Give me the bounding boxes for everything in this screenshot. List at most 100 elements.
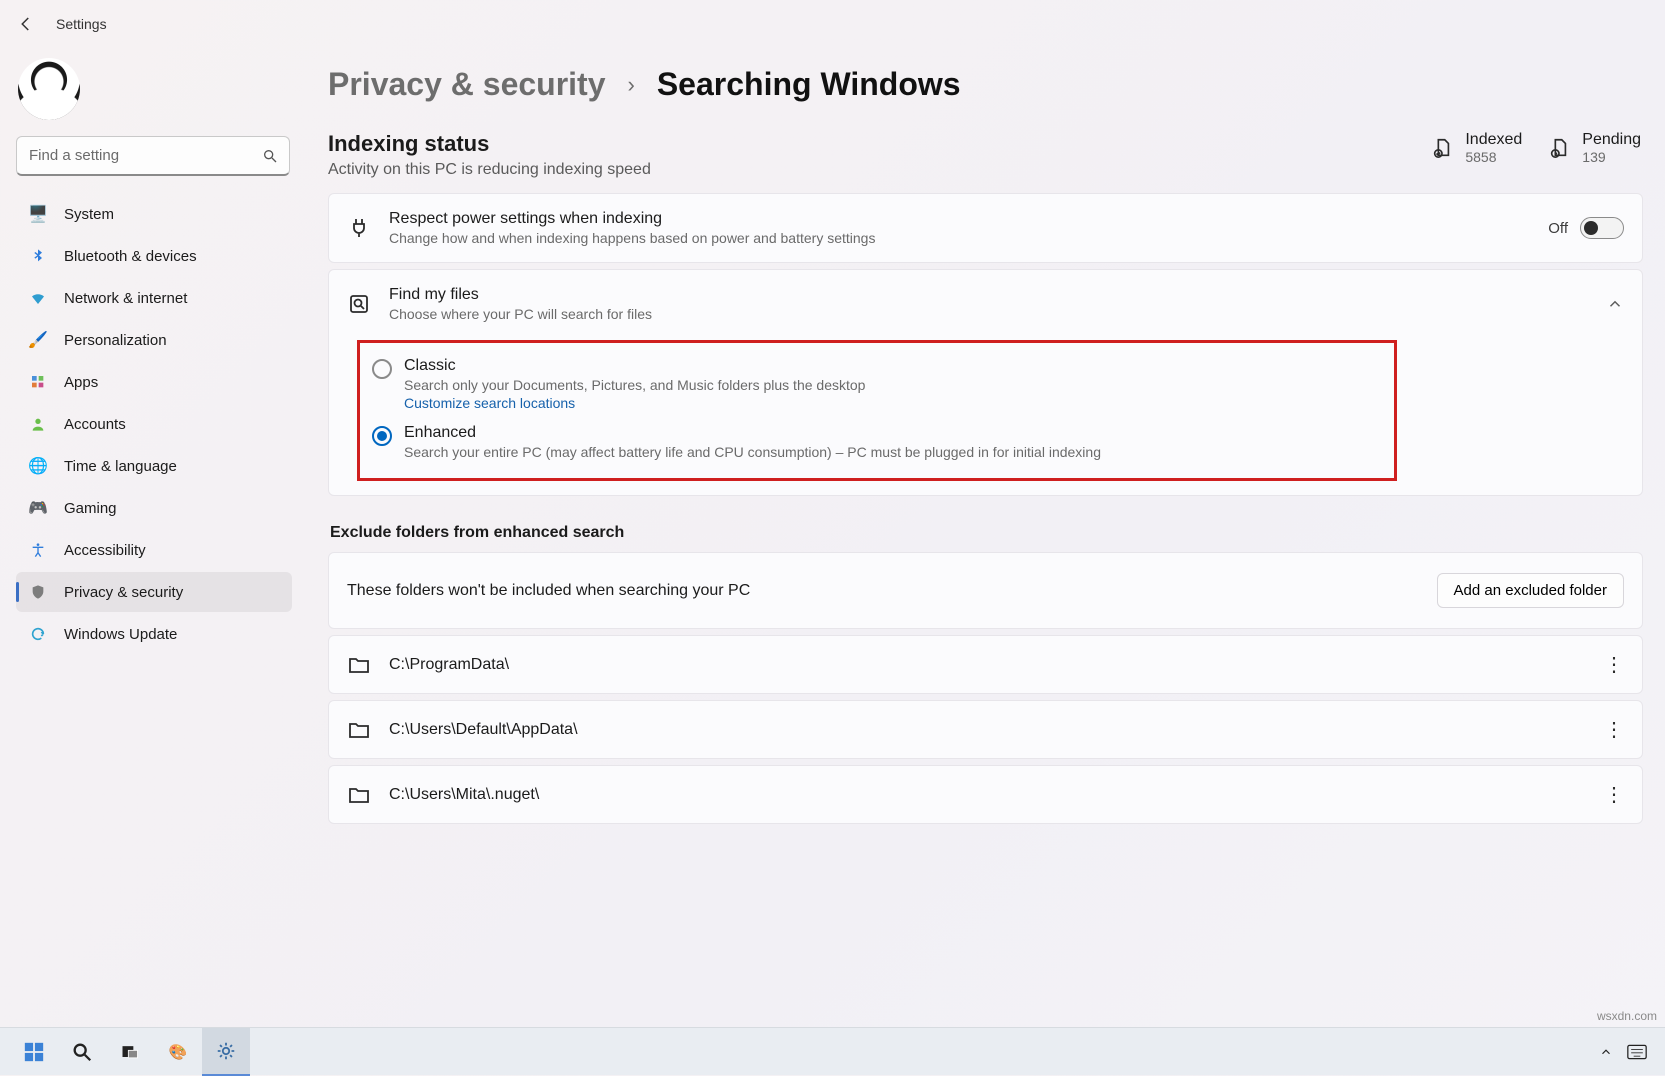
more-options-button[interactable]: ⋮ (1604, 782, 1624, 807)
folder-icon (347, 653, 371, 677)
sidebar-item-label: System (64, 206, 114, 223)
radio-classic[interactable]: Classic Search only your Documents, Pict… (368, 351, 1384, 418)
sidebar-item-time-language[interactable]: 🌐 Time & language (16, 446, 292, 486)
sidebar-item-label: Network & internet (64, 290, 187, 307)
find-my-files-header[interactable]: Find my files Choose where your PC will … (329, 270, 1642, 338)
paintbrush-icon: 🖌️ (28, 330, 48, 350)
radio-icon (372, 359, 392, 379)
chevron-up-icon[interactable] (1599, 1045, 1613, 1059)
task-view-icon (120, 1042, 140, 1062)
palette-icon: 🎨 (169, 1043, 188, 1061)
classic-desc: Search only your Documents, Pictures, an… (404, 377, 865, 393)
person-icon (28, 414, 48, 434)
taskbar: 🎨 (0, 1027, 1665, 1075)
sidebar-item-label: Gaming (64, 500, 117, 517)
taskbar-app-settings[interactable] (202, 1028, 250, 1076)
find-title: Find my files (389, 286, 1588, 304)
sidebar: 🖥️ System Bluetooth & devices Network & … (0, 48, 300, 1027)
taskbar-app-paint[interactable]: 🎨 (154, 1028, 202, 1076)
sidebar-item-network[interactable]: Network & internet (16, 278, 292, 318)
indexing-status-title: Indexing status (328, 131, 651, 157)
bluetooth-icon (28, 246, 48, 266)
globe-icon: 🌐 (28, 456, 48, 476)
power-toggle[interactable] (1580, 217, 1624, 239)
file-search-icon (347, 292, 371, 316)
file-pending-icon (1548, 137, 1570, 159)
avatar[interactable] (18, 58, 80, 120)
app-title: Settings (56, 16, 107, 32)
back-button[interactable] (14, 12, 38, 36)
apps-icon (28, 372, 48, 392)
windows-icon (23, 1041, 45, 1063)
search-icon (71, 1041, 93, 1063)
excluded-folder-row: C:\Users\Default\AppData\ ⋮ (328, 700, 1643, 759)
find-my-files-card: Find my files Choose where your PC will … (328, 269, 1643, 496)
indexed-value: 5858 (1465, 149, 1522, 165)
more-options-button[interactable]: ⋮ (1604, 717, 1624, 742)
radio-icon (372, 426, 392, 446)
taskbar-search-button[interactable] (58, 1028, 106, 1076)
classic-title: Classic (404, 357, 865, 375)
sidebar-item-apps[interactable]: Apps (16, 362, 292, 402)
page-title: Searching Windows (657, 66, 961, 103)
sidebar-item-label: Accessibility (64, 542, 146, 559)
gear-icon (215, 1040, 237, 1062)
accessibility-icon (28, 540, 48, 560)
settings-search (16, 136, 290, 176)
search-icon (262, 148, 278, 164)
breadcrumb-parent[interactable]: Privacy & security (328, 66, 606, 103)
wifi-icon (28, 288, 48, 308)
chevron-right-icon: › (628, 72, 635, 98)
sidebar-item-label: Accounts (64, 416, 126, 433)
excluded-folder-row: C:\ProgramData\ ⋮ (328, 635, 1643, 694)
power-settings-card: Respect power settings when indexing Cha… (328, 193, 1643, 263)
excluded-folder-row: C:\Users\Mita\.nuget\ ⋮ (328, 765, 1643, 824)
folder-icon (347, 718, 371, 742)
customize-search-locations-link[interactable]: Customize search locations (404, 395, 575, 411)
chevron-up-icon (1606, 295, 1624, 313)
main-content: Privacy & security › Searching Windows I… (300, 48, 1665, 1027)
add-excluded-folder-button[interactable]: Add an excluded folder (1437, 573, 1624, 608)
radio-enhanced[interactable]: Enhanced Search your entire PC (may affe… (368, 418, 1384, 466)
sidebar-item-gaming[interactable]: 🎮 Gaming (16, 488, 292, 528)
sidebar-item-label: Windows Update (64, 626, 177, 643)
power-title: Respect power settings when indexing (389, 210, 1530, 228)
keyboard-icon[interactable] (1627, 1044, 1647, 1060)
folder-path: C:\ProgramData\ (389, 656, 1586, 674)
sidebar-item-privacy-security[interactable]: Privacy & security (16, 572, 292, 612)
power-desc: Change how and when indexing happens bas… (389, 230, 1530, 246)
enhanced-title: Enhanced (404, 424, 1101, 442)
folder-icon (347, 783, 371, 807)
exclude-section-title: Exclude folders from enhanced search (330, 524, 1643, 542)
sidebar-item-label: Apps (64, 374, 98, 391)
sidebar-item-bluetooth[interactable]: Bluetooth & devices (16, 236, 292, 276)
pending-stat: Pending 139 (1548, 131, 1641, 165)
sidebar-item-accounts[interactable]: Accounts (16, 404, 292, 444)
sidebar-item-label: Bluetooth & devices (64, 248, 197, 265)
arrow-left-icon (17, 15, 35, 33)
sidebar-nav: 🖥️ System Bluetooth & devices Network & … (16, 194, 292, 654)
sidebar-item-personalization[interactable]: 🖌️ Personalization (16, 320, 292, 360)
start-button[interactable] (10, 1028, 58, 1076)
sidebar-item-windows-update[interactable]: Windows Update (16, 614, 292, 654)
indexed-stat: Indexed 5858 (1431, 131, 1522, 165)
sidebar-item-label: Privacy & security (64, 584, 183, 601)
enhanced-desc: Search your entire PC (may affect batter… (404, 444, 1101, 460)
folder-path: C:\Users\Default\AppData\ (389, 721, 1586, 739)
indexing-status: Indexing status Activity on this PC is r… (328, 131, 1643, 179)
titlebar: Settings (0, 0, 1665, 48)
sidebar-item-system[interactable]: 🖥️ System (16, 194, 292, 234)
task-view-button[interactable] (106, 1028, 154, 1076)
gamepad-icon: 🎮 (28, 498, 48, 518)
search-input[interactable] (16, 136, 290, 176)
sidebar-item-accessibility[interactable]: Accessibility (16, 530, 292, 570)
find-desc: Choose where your PC will search for fil… (389, 306, 1588, 322)
indexed-label: Indexed (1465, 131, 1522, 149)
more-options-button[interactable]: ⋮ (1604, 652, 1624, 677)
sidebar-item-label: Time & language (64, 458, 177, 475)
pending-label: Pending (1582, 131, 1641, 149)
sidebar-item-label: Personalization (64, 332, 167, 349)
indexing-status-subtitle: Activity on this PC is reducing indexing… (328, 161, 651, 179)
breadcrumb: Privacy & security › Searching Windows (328, 66, 1643, 103)
plug-icon (347, 216, 371, 240)
